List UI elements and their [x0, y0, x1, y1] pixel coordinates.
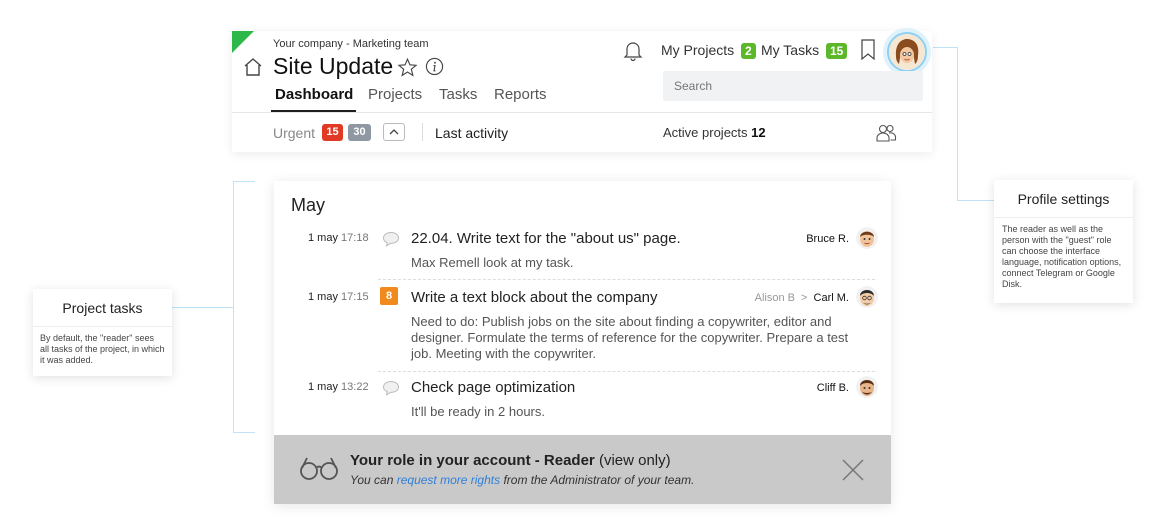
- role-title-bold: Your role in your account - Reader: [350, 452, 595, 469]
- activity-comment: It'll be ready in 2 hours.: [411, 404, 545, 419]
- star-icon[interactable]: [397, 57, 418, 78]
- my-tasks-label: My Tasks: [761, 42, 820, 58]
- divider: [378, 371, 875, 372]
- active-projects-summary[interactable]: Active projects 12: [663, 125, 766, 140]
- task-title[interactable]: 22.04. Write text for the "about us" pag…: [411, 230, 681, 247]
- activity-timestamp: 1 may 13:22: [308, 381, 369, 393]
- page-title: Site Update: [273, 53, 394, 79]
- assignee-name: Bruce R.: [806, 233, 849, 245]
- assign-arrow: >: [801, 292, 808, 304]
- task-author: Alison B: [754, 292, 795, 304]
- assignee-avatar: [856, 376, 878, 398]
- info-icon[interactable]: [425, 57, 444, 76]
- assignee-avatar: [856, 227, 878, 249]
- task-assignee: Alison B > Carl M.: [704, 292, 849, 304]
- avatar-face-icon: [856, 286, 878, 308]
- role-title-note: (view only): [594, 452, 671, 469]
- connector-line: [957, 47, 958, 201]
- task-assignee: Cliff B.: [749, 382, 849, 394]
- assignee-name: Cliff B.: [816, 382, 849, 394]
- callout-body: The reader as well as the person with th…: [1002, 224, 1122, 289]
- my-projects-count-badge: 2: [741, 43, 756, 59]
- connector-line: [233, 432, 255, 433]
- connector-line: [233, 181, 255, 182]
- activity-feed: May 1 may 17:18 22.04. Write text for th…: [274, 181, 891, 504]
- assignee-avatar: [856, 286, 878, 308]
- my-tasks-link[interactable]: My Tasks 15: [761, 42, 848, 59]
- divider: [422, 123, 423, 141]
- home-icon[interactable]: [243, 57, 263, 77]
- activity-comment: Max Remell look at my task.: [411, 255, 574, 270]
- team-icon[interactable]: [875, 122, 897, 144]
- search-input[interactable]: [663, 71, 923, 101]
- callout-profile-settings: Profile settings The reader as well as t…: [994, 180, 1133, 303]
- month-heading: May: [291, 195, 326, 215]
- my-projects-link[interactable]: My Projects 2: [661, 42, 756, 59]
- callout-title: Project tasks: [33, 289, 172, 327]
- active-projects-label: Active projects: [663, 125, 748, 140]
- tab-projects[interactable]: Projects: [368, 86, 422, 103]
- my-projects-label: My Projects: [661, 42, 735, 58]
- tab-dashboard[interactable]: Dashboard: [275, 86, 353, 103]
- active-projects-count: 12: [751, 125, 766, 140]
- bell-icon[interactable]: [622, 39, 644, 61]
- activity-time: 17:18: [341, 232, 369, 244]
- activity-timestamp: 1 may 17:18: [308, 232, 369, 244]
- connector-line: [233, 181, 234, 433]
- callout-project-tasks: Project tasks By default, the "reader" s…: [33, 289, 172, 376]
- activity-date: 1 may: [308, 381, 338, 393]
- activity-time: 13:22: [341, 381, 369, 393]
- bookmark-icon[interactable]: [860, 39, 876, 61]
- connector-line: [933, 47, 957, 48]
- task-title[interactable]: Check page optimization: [411, 379, 575, 396]
- project-header: Your company - Marketing team Site Updat…: [232, 31, 932, 152]
- connector-line: [957, 200, 994, 201]
- collapse-button[interactable]: [383, 123, 405, 141]
- urgent-filter-label[interactable]: Urgent: [273, 125, 315, 141]
- avatar-face-icon: [889, 34, 925, 70]
- activity-timestamp: 1 may 17:15: [308, 291, 369, 303]
- tab-reports[interactable]: Reports: [494, 86, 547, 103]
- comment-icon: [382, 380, 400, 396]
- chevron-up-icon: [389, 129, 399, 135]
- activity-date: 1 may: [308, 232, 338, 244]
- role-notice-banner: Your role in your account - Reader (view…: [274, 435, 891, 504]
- breadcrumb[interactable]: Your company - Marketing team: [273, 38, 429, 50]
- task-description: Need to do: Publish jobs on the site abo…: [411, 314, 849, 361]
- avatar-face-icon: [856, 227, 878, 249]
- urgent-count-badge[interactable]: 15: [322, 124, 343, 141]
- assignee-name: Carl M.: [813, 292, 849, 304]
- total-count-badge[interactable]: 30: [348, 124, 371, 141]
- comment-icon: [382, 231, 400, 247]
- avatar-face-icon: [856, 376, 878, 398]
- role-desc-after: from the Administrator of your team.: [500, 473, 695, 487]
- role-title: Your role in your account - Reader (view…: [350, 452, 671, 469]
- user-avatar[interactable]: [887, 32, 927, 72]
- divider: [232, 112, 932, 113]
- role-desc-before: You can: [350, 473, 397, 487]
- close-icon[interactable]: [840, 457, 866, 483]
- last-activity-link[interactable]: Last activity: [435, 125, 508, 141]
- role-description: You can request more rights from the Adm…: [350, 473, 694, 487]
- connector-line: [172, 307, 233, 308]
- activity-date: 1 may: [308, 291, 338, 303]
- task-count-badge: 8: [380, 287, 398, 305]
- task-title[interactable]: Write a text block about the company: [411, 289, 658, 306]
- glasses-icon: [300, 457, 338, 480]
- callout-title: Profile settings: [994, 180, 1133, 218]
- task-assignee: Bruce R.: [749, 233, 849, 245]
- divider: [378, 279, 875, 280]
- tab-tasks[interactable]: Tasks: [439, 86, 477, 103]
- request-rights-link[interactable]: request more rights: [397, 473, 500, 487]
- my-tasks-count-badge: 15: [825, 43, 848, 59]
- callout-body: By default, the "reader" sees all tasks …: [40, 333, 165, 365]
- project-color-flag: [232, 31, 254, 53]
- activity-time: 17:15: [341, 291, 369, 303]
